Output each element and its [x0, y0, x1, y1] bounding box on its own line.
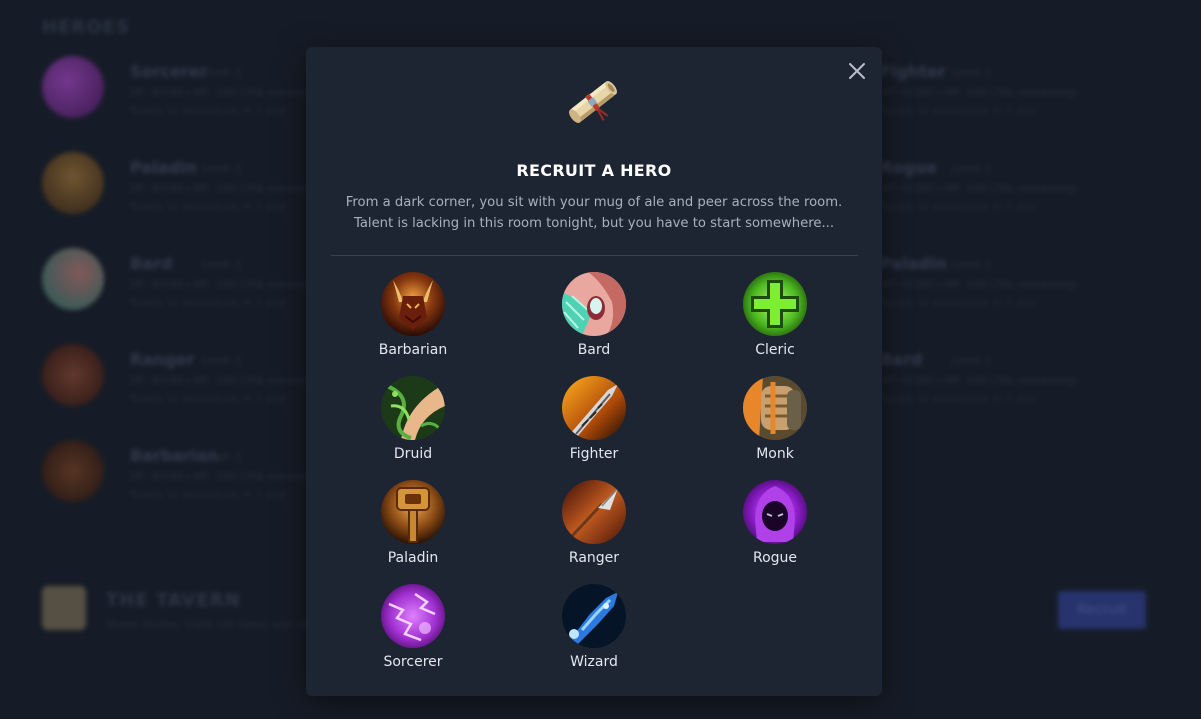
hero-status: Ready to adventure in 1 day: [880, 392, 1037, 405]
class-option-ranger[interactable]: Ranger: [534, 480, 654, 576]
hero-level: Level 1: [202, 66, 242, 79]
modal-title: RECRUIT A HERO: [516, 161, 672, 180]
class-option-paladin[interactable]: Paladin: [353, 480, 473, 576]
barbarian-icon: [381, 272, 445, 336]
class-label: Monk: [756, 446, 794, 462]
class-option-cleric[interactable]: Cleric: [715, 272, 835, 368]
hero-stats: XP: 0/100 | HP: 100 (70s remaining): [130, 86, 328, 99]
class-label: Druid: [393, 446, 433, 462]
class-label: Fighter: [569, 446, 619, 462]
hero-name: Sorcerer: [130, 62, 208, 81]
class-label: Cleric: [755, 342, 795, 358]
hero-status: Ready to adventure in 1 day: [130, 104, 287, 117]
hero-card[interactable]: Paladin Level 1 XP: 0/100 | HP: 100 (70s…: [42, 152, 342, 222]
class-label: Barbarian: [378, 342, 448, 358]
hero-avatar: [42, 248, 104, 310]
hero-level: Level 1: [952, 354, 992, 367]
hero-status: Ready to adventure in 1 day: [880, 104, 1037, 117]
hero-avatar: [42, 152, 104, 214]
cleric-icon: [743, 272, 807, 336]
scroll-icon: [560, 69, 626, 135]
hero-stats: XP: 0/100 | HP: 100 (70s remaining): [130, 182, 328, 195]
hero-name: Bard: [130, 254, 173, 273]
tavern-title: THE TAVERN: [106, 590, 241, 611]
hero-level: Level 1: [202, 354, 242, 367]
hero-card[interactable]: Bard Level 1 XP: 0/100 | HP: 100 (70s re…: [42, 248, 342, 318]
hero-name: Fighter: [880, 62, 946, 81]
class-option-sorcerer[interactable]: Sorcerer: [353, 584, 473, 680]
class-option-monk[interactable]: Monk: [715, 376, 835, 472]
hero-card[interactable]: Sorcerer Level 1 XP: 0/100 | HP: 100 (70…: [42, 56, 342, 126]
divider: [331, 255, 858, 256]
hero-status: Ready to adventure in 1 day: [880, 200, 1037, 213]
hero-status: Ready to adventure in 1 day: [880, 296, 1037, 309]
hero-level: Level 1: [952, 162, 992, 175]
class-option-rogue[interactable]: Rogue: [715, 480, 835, 576]
hero-status: Ready to adventure in 1 day: [130, 200, 287, 213]
recruit-button[interactable]: Recruit: [1058, 591, 1146, 629]
hero-name: Ranger: [130, 350, 195, 369]
class-option-barbarian[interactable]: Barbarian: [353, 272, 473, 368]
hero-level: Level 1: [952, 258, 992, 271]
paladin-icon: [381, 480, 445, 544]
class-label: Sorcerer: [383, 654, 443, 670]
hero-name: Bard: [880, 350, 923, 369]
ranger-icon: [562, 480, 626, 544]
hero-name: Rogue: [880, 158, 938, 177]
heroes-section-title: HEROES: [42, 17, 130, 38]
hero-status: Ready to adventure in 1 day: [130, 296, 287, 309]
hero-status: Ready to adventure in 1 day: [130, 392, 287, 405]
hero-stats: XP: 0/100 | HP: 100 (70s remaining): [880, 278, 1078, 291]
hero-level: Level 1: [202, 450, 242, 463]
hero-avatar: [42, 56, 104, 118]
bard-icon: [562, 272, 626, 336]
class-label: Paladin: [387, 550, 439, 566]
monk-icon: [743, 376, 807, 440]
hero-avatar: [42, 344, 104, 406]
hero-stats: XP: 0/100 | HP: 100 (70s remaining): [880, 374, 1078, 387]
description-line: Talent is lacking in this room tonight, …: [353, 215, 835, 231]
rogue-icon: [743, 480, 807, 544]
modal-description: From a dark corner, you sit with your mu…: [336, 193, 852, 234]
hero-name: Paladin: [130, 158, 197, 177]
tavern-image: [42, 586, 86, 630]
class-option-druid[interactable]: Druid: [353, 376, 473, 472]
hero-avatar: [42, 440, 104, 502]
class-option-fighter[interactable]: Fighter: [534, 376, 654, 472]
hero-level: Level 1: [202, 162, 242, 175]
hero-card[interactable]: Barbarian Level 1 XP: 0/100 | HP: 100 (7…: [42, 440, 342, 510]
class-label: Ranger: [568, 550, 620, 566]
recruit-hero-modal: RECRUIT A HERO From a dark corner, you s…: [306, 47, 882, 696]
hero-status: Ready to adventure in 1 day: [130, 488, 287, 501]
hero-stats: XP: 0/100 | HP: 100 (70s remaining): [880, 86, 1078, 99]
class-label: Rogue: [752, 550, 798, 566]
class-label: Bard: [577, 342, 611, 358]
description-line: From a dark corner, you sit with your mu…: [345, 195, 843, 210]
hero-card[interactable]: Ranger Level 1 XP: 0/100 | HP: 100 (70s …: [42, 344, 342, 414]
hero-stats: XP: 0/100 | HP: 100 (70s remaining): [880, 182, 1078, 195]
hero-stats: XP: 0/100 | HP: 100 (70s remaining): [130, 278, 328, 291]
class-label: Wizard: [570, 654, 618, 670]
druid-icon: [381, 376, 445, 440]
sorcerer-icon: [381, 584, 445, 648]
wizard-icon: [562, 584, 626, 648]
hero-name: Paladin: [880, 254, 947, 273]
class-option-wizard[interactable]: Wizard: [534, 584, 654, 680]
class-option-bard[interactable]: Bard: [534, 272, 654, 368]
hero-stats: XP: 0/100 | HP: 100 (70s remaining): [130, 470, 328, 483]
hero-level: Level 1: [952, 66, 992, 79]
close-icon[interactable]: [847, 61, 867, 81]
fighter-icon: [562, 376, 626, 440]
hero-stats: XP: 0/100 | HP: 100 (70s remaining): [130, 374, 328, 387]
hero-level: Level 1: [202, 258, 242, 271]
